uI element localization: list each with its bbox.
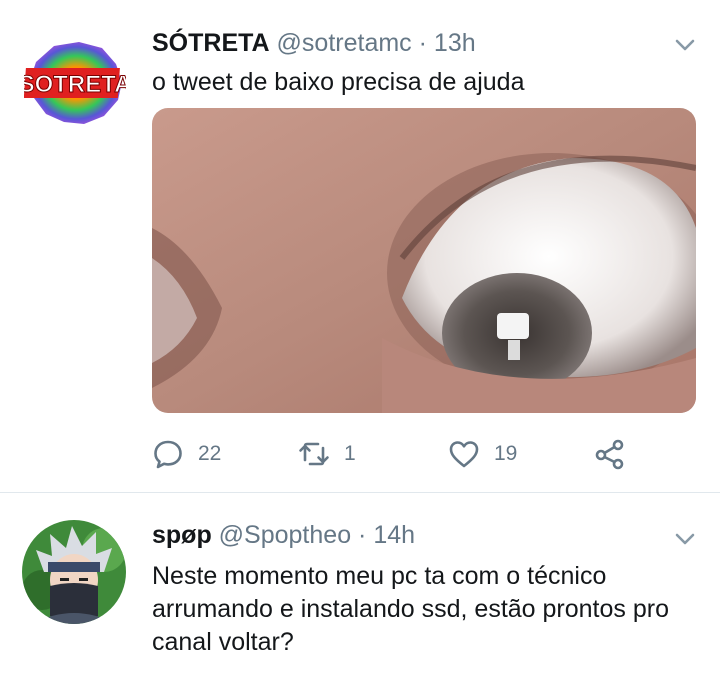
tweet-sotreta[interactable]: SOTRETA SÓTRETA @sotretamc · 13h o tweet…: [0, 0, 720, 493]
reply-button[interactable]: 22: [152, 434, 221, 474]
share-button[interactable]: [594, 434, 626, 474]
separator-dot: ·: [358, 521, 367, 549]
chevron-down-icon[interactable]: [672, 32, 698, 58]
timestamp[interactable]: 13h: [434, 29, 476, 57]
tweet-text: o tweet de baixo precisa de ajuda: [152, 68, 525, 96]
sotreta-logo-text: SOTRETA: [24, 71, 126, 98]
sotreta-logo-icon[interactable]: SOTRETA: [24, 38, 126, 128]
tweet-header: SÓTRETA @sotretamc · 13h: [152, 28, 476, 58]
share-icon: [595, 439, 624, 470]
retweet-icon: [299, 442, 329, 466]
tweet-media-eye-photo[interactable]: [152, 108, 696, 413]
username[interactable]: @sotretamc: [277, 29, 412, 57]
tweet-divider: [0, 492, 720, 493]
tweet-header: spøp @Spoptheo · 14h: [152, 520, 415, 550]
tweet-text: Neste momento meu pc ta com o técnico ar…: [152, 562, 669, 656]
reply-count: 22: [198, 442, 222, 465]
separator-dot: ·: [418, 29, 427, 57]
timestamp[interactable]: 14h: [373, 521, 415, 549]
retweet-count: 1: [344, 442, 356, 465]
tweet-actions: 22 1 19: [152, 434, 672, 474]
chevron-down-icon[interactable]: [672, 526, 698, 552]
like-button[interactable]: 19: [448, 434, 517, 474]
masked-ninja-avatar[interactable]: [22, 520, 126, 624]
reply-icon: [154, 440, 182, 469]
display-name[interactable]: SÓTRETA: [152, 29, 270, 57]
like-count: 19: [494, 442, 518, 465]
display-name[interactable]: spøp: [152, 521, 212, 549]
username[interactable]: @Spoptheo: [219, 521, 351, 549]
retweet-button[interactable]: 1: [298, 434, 356, 474]
heart-icon: [449, 441, 479, 468]
